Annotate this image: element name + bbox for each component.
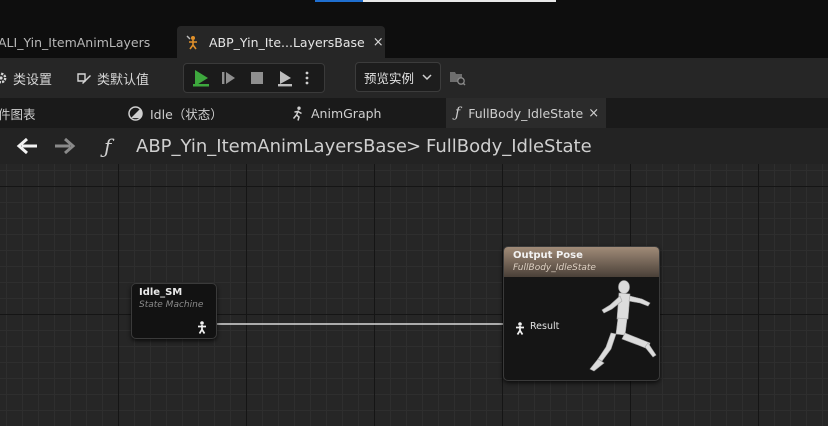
output-pose-node[interactable]: Output Pose FullBody_IdleState Result	[503, 246, 660, 381]
node-subtitle: State Machine	[139, 300, 204, 310]
state-machine-node[interactable]: Idle_SM State Machine	[131, 283, 217, 339]
pin-label: Result	[530, 321, 560, 332]
running-mannequin-icon	[578, 279, 658, 378]
pose-input-pin-icon[interactable]	[514, 320, 526, 339]
node-subtitle: FullBody_IdleState	[513, 263, 596, 273]
node-title: Idle_SM	[139, 287, 183, 298]
node-title: Output Pose	[513, 250, 583, 261]
pose-output-pin-icon[interactable]	[196, 319, 208, 338]
connection-wire	[208, 323, 510, 325]
